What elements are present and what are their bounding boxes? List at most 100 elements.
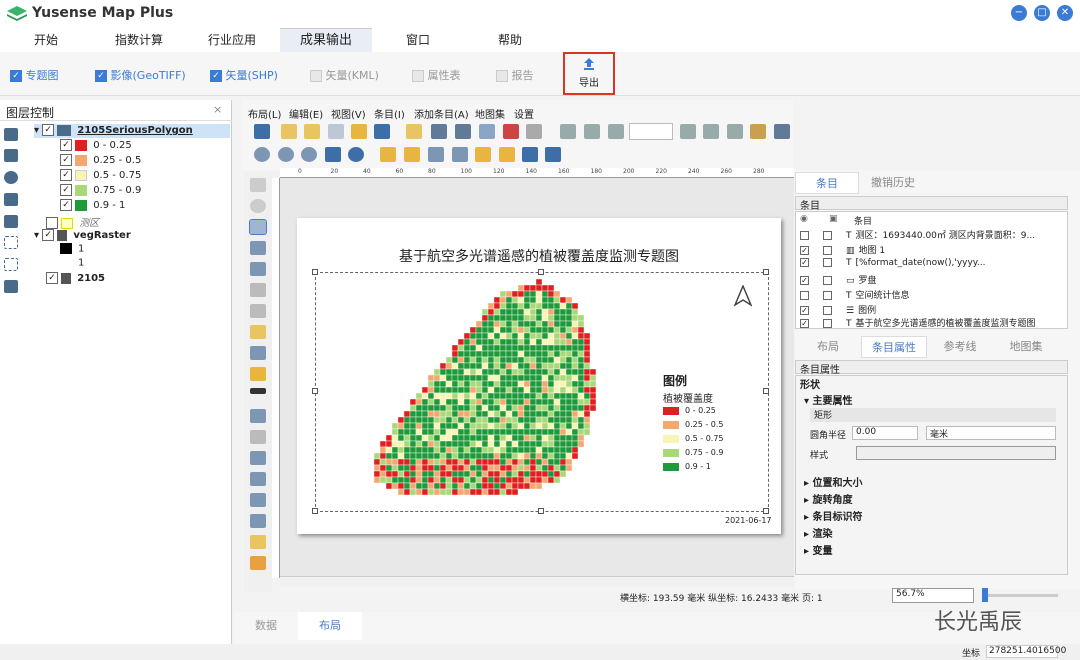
tab-index-calc[interactable]: 指数计算 — [104, 28, 174, 52]
print-atlas-icon[interactable] — [727, 124, 743, 139]
ungroup-icon[interactable] — [452, 147, 468, 162]
visibility-checkbox[interactable]: ✓ — [800, 306, 809, 315]
previous-feature-icon[interactable] — [608, 124, 624, 139]
lock-checkbox[interactable] — [823, 246, 832, 255]
menu-add-item[interactable]: 添加条目(A) — [414, 106, 469, 121]
close-icon[interactable]: × — [213, 103, 222, 116]
zoom-in-icon[interactable] — [254, 147, 270, 162]
layer-2105[interactable]: ✓ 2105 — [46, 272, 105, 284]
class-row[interactable]: ✓ 0.5 - 0.75 — [60, 169, 141, 181]
list-item[interactable]: ✓ T [%format_date(now(),'yyyy... — [800, 258, 985, 268]
coord-field[interactable]: 278251.4016500 — [986, 645, 1066, 658]
export-button[interactable]: 导出 — [563, 52, 615, 95]
thematic-map-checkbox[interactable]: ✓ 专题图 — [10, 67, 59, 83]
layout-manager-icon[interactable] — [328, 124, 344, 139]
attribute-table-checkbox[interactable]: 属性表 — [412, 67, 461, 83]
add-map-icon[interactable] — [250, 283, 266, 297]
atlas-preview-icon[interactable] — [560, 124, 576, 139]
refresh-icon[interactable] — [348, 147, 364, 162]
visibility-checkbox[interactable] — [800, 291, 809, 300]
zoom-out-icon[interactable] — [278, 147, 294, 162]
next-feature-icon[interactable] — [680, 124, 696, 139]
add-arrow-icon[interactable] — [250, 451, 266, 465]
add-polyline-icon[interactable] — [250, 472, 266, 486]
add-shape-icon[interactable] — [250, 409, 266, 423]
zoom-slider[interactable] — [982, 594, 1058, 597]
tab-start[interactable]: 开始 — [20, 28, 72, 52]
report-checkbox[interactable]: 报告 — [496, 67, 534, 83]
shp-checkbox[interactable]: ✓ 矢量(SHP) — [210, 67, 278, 83]
first-feature-icon[interactable] — [584, 124, 600, 139]
menu-item[interactable]: 条目(I) — [374, 106, 405, 121]
list-item[interactable]: ✓ ▥ 地图 1 — [800, 243, 885, 256]
list-item[interactable]: T 空间统计信息 — [800, 288, 910, 301]
add-marker-icon[interactable] — [250, 430, 266, 444]
export-atlas-icon[interactable] — [750, 124, 766, 139]
tab-undo-history[interactable]: 撤销历史 — [861, 172, 925, 194]
unit-select[interactable]: 毫米 — [926, 426, 1056, 440]
tab-layout-bottom[interactable]: 布局 — [298, 612, 362, 640]
class-row[interactable]: ✓ 0 - 0.25 — [60, 139, 132, 151]
add-picture-icon[interactable] — [250, 325, 266, 339]
main-properties-group[interactable]: ▾ 主要属性 — [804, 392, 853, 407]
date-label[interactable]: 2021-06-17 — [725, 516, 772, 525]
selection-handle[interactable] — [538, 508, 544, 514]
class-row[interactable]: ✓ 0.75 - 0.9 — [60, 184, 141, 196]
list-item[interactable]: ✓ ▭ 罗盘 — [800, 273, 877, 286]
tab-help[interactable]: 帮助 — [484, 28, 536, 52]
last-feature-icon[interactable] — [703, 124, 719, 139]
move-content-icon[interactable] — [250, 241, 266, 255]
zoom-tool-icon[interactable] — [250, 199, 266, 213]
lock-checkbox[interactable] — [823, 306, 832, 315]
check-icon[interactable] — [46, 217, 58, 229]
close-button[interactable]: ✕ — [1057, 5, 1073, 21]
selection-handle[interactable] — [538, 269, 544, 275]
visibility-checkbox[interactable]: ✓ — [800, 276, 809, 285]
rendering-group[interactable]: ▸ 渲染 — [804, 525, 833, 540]
lock-checkbox[interactable] — [823, 291, 832, 300]
check-icon[interactable]: ✓ — [46, 272, 58, 284]
tab-output[interactable]: 成果输出 — [280, 28, 372, 52]
visibility-checkbox[interactable]: ✓ — [800, 246, 809, 255]
new-layout-icon[interactable] — [281, 124, 297, 139]
visibility-checkbox[interactable]: ✓ — [800, 258, 809, 267]
tab-items[interactable]: 条目 — [795, 172, 859, 194]
lock-checkbox[interactable] — [823, 231, 832, 240]
menu-layout[interactable]: 布局(L) — [248, 106, 281, 121]
selection-handle[interactable] — [763, 388, 769, 394]
check-icon[interactable]: ✓ — [42, 229, 55, 241]
zoom-slider-handle[interactable] — [982, 588, 988, 602]
add-legend-icon[interactable] — [250, 367, 266, 381]
corner-radius-input[interactable]: 0.00 — [852, 426, 918, 440]
add-raster-icon[interactable] — [4, 149, 18, 162]
add-html-icon[interactable] — [250, 493, 266, 507]
check-icon[interactable]: ✓ — [60, 139, 72, 151]
check-icon[interactable]: ✓ — [60, 169, 72, 181]
check-icon[interactable]: ✓ — [60, 184, 72, 196]
resize-icon[interactable] — [545, 147, 561, 162]
pan-icon[interactable] — [250, 178, 266, 192]
distribute-icon[interactable] — [522, 147, 538, 162]
lock-checkbox[interactable] — [823, 258, 832, 267]
variables-group[interactable]: ▸ 变量 — [804, 542, 833, 557]
selection-handle[interactable] — [312, 508, 318, 514]
export-pdf-icon[interactable] — [503, 124, 519, 139]
tab-atlas[interactable]: 地图集 — [993, 336, 1059, 358]
menu-settings[interactable]: 设置 — [514, 106, 534, 121]
menu-view[interactable]: 视图(V) — [331, 106, 366, 121]
layer-2105seriouspolygon[interactable]: ▾ ✓ 2105SeriousPolygon — [34, 124, 230, 138]
raise-icon[interactable] — [380, 147, 396, 162]
add-scalebar-icon[interactable] — [250, 388, 266, 394]
visibility-checkbox[interactable]: ✓ — [800, 319, 809, 328]
check-icon[interactable]: ✓ — [60, 199, 72, 211]
check-icon[interactable]: ✓ — [42, 124, 55, 136]
tab-industry[interactable]: 行业应用 — [196, 28, 268, 52]
geotiff-checkbox[interactable]: ✓ 影像(GeoTIFF) — [95, 67, 186, 83]
zoom-full-icon[interactable] — [325, 147, 341, 162]
maximize-button[interactable]: □ — [1034, 5, 1050, 21]
add-vector-icon[interactable] — [4, 128, 18, 141]
user-icon[interactable] — [4, 215, 18, 228]
tab-item-properties[interactable]: 条目属性 — [861, 336, 927, 358]
check-icon[interactable]: ✓ — [60, 154, 72, 166]
tab-window[interactable]: 窗口 — [392, 28, 444, 52]
